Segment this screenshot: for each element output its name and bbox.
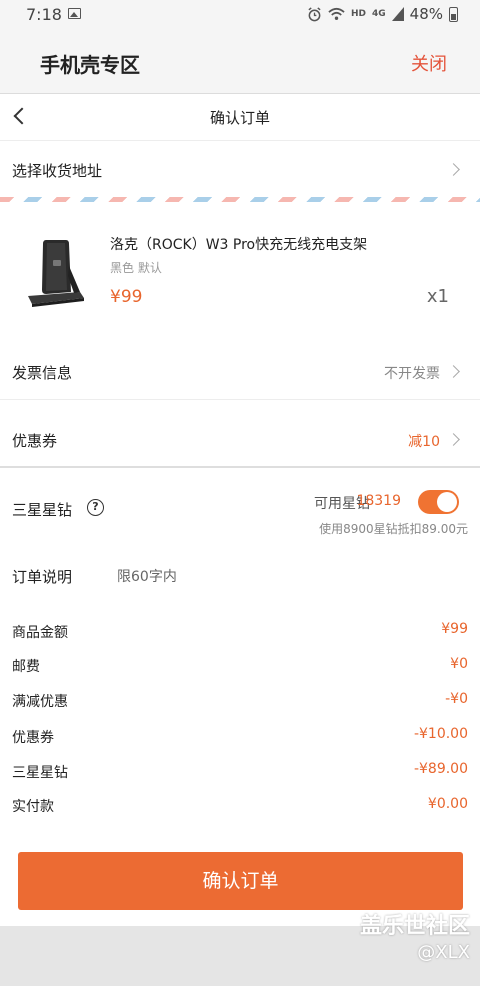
summary-value: -¥10.00	[413, 726, 468, 742]
product-image	[28, 240, 84, 307]
help-icon[interactable]: ?	[87, 499, 104, 516]
order-note-row: 订单说明 限60字内	[0, 555, 480, 595]
wifi-icon	[328, 7, 345, 20]
close-button[interactable]: 关闭	[411, 50, 447, 76]
order-note-input[interactable]: 限60字内	[117, 566, 177, 586]
app-header: 手机壳专区 关闭	[0, 30, 480, 94]
stars-available-value: 18319	[356, 493, 401, 509]
watermark-title: 盖乐世社区	[359, 914, 470, 939]
product-name: 洛克（ROCK）W3 Pro快充无线充电支架	[110, 237, 368, 253]
signal-label: 4G	[372, 9, 386, 19]
summary-label: 满减优惠	[12, 694, 68, 710]
hd-label: HD	[350, 9, 366, 19]
address-row[interactable]: 选择收货地址	[0, 141, 480, 197]
watermark-handle: @XLX	[417, 942, 470, 963]
stars-label: 三星星钻	[12, 501, 73, 519]
product-spec: 黑色 默认	[110, 261, 162, 275]
chevron-right-icon	[447, 365, 460, 378]
chevron-right-icon	[447, 163, 460, 176]
summary-label: 商品金额	[12, 625, 68, 641]
coupon-row[interactable]: 优惠券 减10	[0, 400, 480, 466]
product-price: ¥99	[110, 287, 143, 307]
toggle-knob	[437, 492, 457, 512]
invoice-label: 发票信息	[12, 364, 73, 382]
summary-label: 优惠券	[12, 730, 54, 746]
invoice-value: 不开发票	[384, 366, 440, 382]
summary-value: -¥0	[445, 691, 468, 707]
confirm-order-button[interactable]: 确认订单	[18, 852, 463, 910]
coupon-value: 减10	[408, 434, 440, 450]
summary-label: 三星星钻	[12, 765, 68, 781]
nav-title: 确认订单	[209, 109, 270, 127]
summary-label: 实付款	[12, 799, 54, 815]
summary-value: ¥99	[441, 621, 468, 637]
order-note-label: 订单说明	[12, 568, 73, 586]
address-label: 选择收货地址	[12, 162, 103, 180]
page-title: 手机壳专区	[40, 53, 140, 77]
battery-icon	[449, 6, 458, 22]
gallery-notification-icon	[68, 8, 81, 19]
airmail-border	[0, 197, 480, 202]
stars-note: 使用8900星钻抵扣89.00元	[319, 522, 468, 536]
nav-bar: 确认订单	[0, 95, 480, 141]
product-quantity: x1	[426, 286, 449, 307]
status-icons: HD 4G 48%	[307, 5, 458, 23]
coupon-label: 优惠券	[12, 432, 58, 450]
summary-value: -¥89.00	[413, 761, 468, 777]
battery-percent: 48%	[409, 5, 443, 23]
status-bar: 7:18 HD 4G 48%	[0, 0, 480, 30]
signal-icon	[391, 7, 404, 21]
stars-toggle[interactable]	[418, 490, 459, 514]
summary-value: ¥0.00	[427, 796, 468, 812]
summary-label: 邮费	[12, 659, 40, 675]
section-divider	[0, 466, 480, 468]
summary-value: ¥0	[450, 656, 468, 672]
alarm-icon	[308, 6, 321, 21]
status-time: 7:18	[26, 5, 62, 24]
invoice-row[interactable]: 发票信息 不开发票	[0, 345, 480, 399]
chevron-right-icon	[447, 433, 460, 446]
